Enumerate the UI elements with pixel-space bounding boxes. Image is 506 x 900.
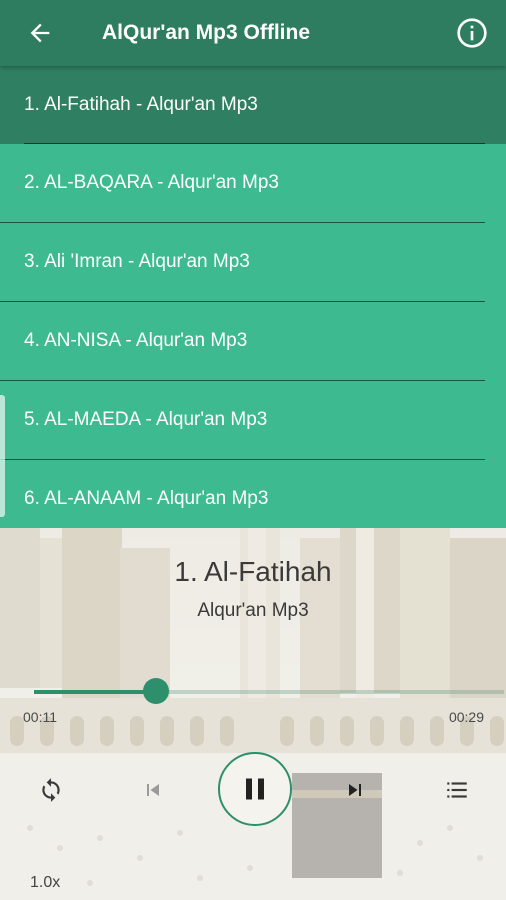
seek-bar[interactable] xyxy=(34,678,504,704)
seek-progress xyxy=(34,690,157,694)
list-item-label: 5. AL-MAEDA - Alqur'an Mp3 xyxy=(24,409,268,430)
player-panel: 1. Al-Fatihah Alqur'an Mp3 00:11 00:29 1… xyxy=(0,528,506,900)
seek-thumb[interactable] xyxy=(143,678,170,704)
skip-next-icon xyxy=(349,784,361,796)
drawer-edge-handle[interactable] xyxy=(0,395,5,517)
list-item[interactable]: 4. AN-NISA - Alqur'an Mp3 xyxy=(0,302,485,381)
playback-speed[interactable]: 1.0x xyxy=(30,874,60,892)
playlist-button[interactable] xyxy=(440,773,474,807)
list-item-label: 4. AN-NISA - Alqur'an Mp3 xyxy=(24,330,248,351)
list-item[interactable]: 6. AL-ANAAM - Alqur'an Mp3 xyxy=(0,460,485,528)
repeat-icon xyxy=(42,778,60,802)
list-item[interactable]: 3. Ali 'Imran - Alqur'an Mp3 xyxy=(0,223,485,302)
repeat-button[interactable] xyxy=(34,773,68,807)
list-item-label: 2. AL-BAQARA - Alqur'an Mp3 xyxy=(24,172,279,193)
list-item-label: 1. Al-Fatihah - Alqur'an Mp3 xyxy=(24,94,258,115)
list-item-label: 3. Ali 'Imran - Alqur'an Mp3 xyxy=(24,251,250,272)
playlist-icon xyxy=(447,782,467,798)
arrow-left-icon xyxy=(30,23,50,43)
play-pause-button[interactable] xyxy=(218,752,292,826)
list-item[interactable]: 2. AL-BAQARA - Alqur'an Mp3 xyxy=(0,144,485,223)
info-button[interactable] xyxy=(452,13,492,53)
info-icon xyxy=(457,18,487,48)
list-item-label: 6. AL-ANAAM - Alqur'an Mp3 xyxy=(24,488,269,509)
surah-list: 1. Al-Fatihah - Alqur'an Mp3 2. AL-BAQAR… xyxy=(0,66,506,528)
back-button[interactable] xyxy=(20,13,60,53)
previous-button[interactable] xyxy=(136,773,170,807)
list-item[interactable]: 1. Al-Fatihah - Alqur'an Mp3 xyxy=(0,66,506,144)
app-bar: AlQur'an Mp3 Offline xyxy=(0,0,506,66)
elapsed-time: 00:11 xyxy=(23,709,57,725)
list-item[interactable]: 5. AL-MAEDA - Alqur'an Mp3 xyxy=(0,381,485,460)
app-title: AlQur'an Mp3 Offline xyxy=(102,21,311,44)
pause-icon xyxy=(246,778,264,800)
skip-previous-icon xyxy=(147,784,159,796)
now-playing-title: 1. Al-Fatihah xyxy=(174,556,332,587)
total-time: 00:29 xyxy=(448,709,484,725)
next-button[interactable] xyxy=(338,773,372,807)
now-playing-subtitle: Alqur'an Mp3 xyxy=(197,600,309,621)
